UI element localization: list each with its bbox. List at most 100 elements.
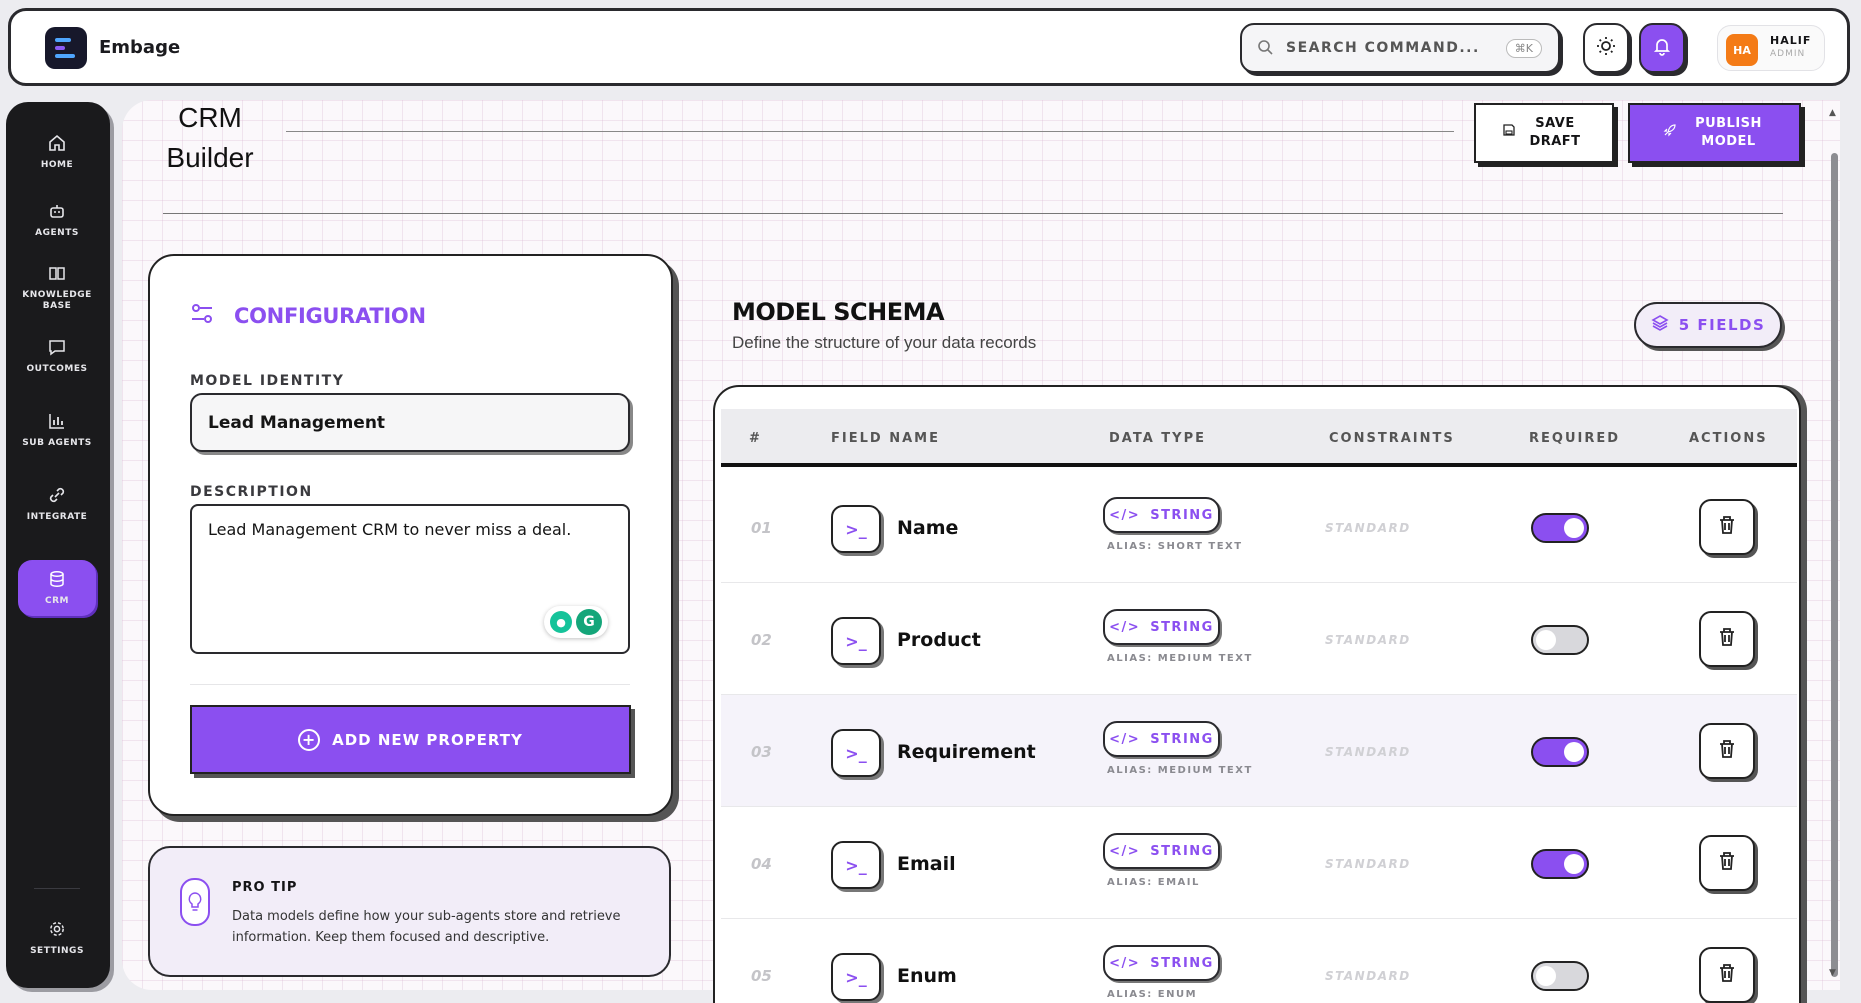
- delete-button[interactable]: [1699, 835, 1755, 891]
- column-header-number: #: [749, 431, 762, 446]
- book-icon: [48, 264, 66, 286]
- message-icon: [48, 338, 66, 360]
- delete-button[interactable]: [1699, 723, 1755, 779]
- save-draft-button[interactable]: SAVE DRAFT: [1474, 103, 1614, 163]
- sidebar-item-sub-agents[interactable]: SUB AGENTS: [18, 402, 96, 458]
- row-number: 03: [751, 743, 772, 761]
- data-type-label: STRING: [1150, 955, 1214, 971]
- trash-icon: [1718, 739, 1736, 763]
- search-placeholder: SEARCH COMMAND...: [1286, 40, 1480, 56]
- data-type-pill[interactable]: </> STRING: [1103, 721, 1220, 757]
- required-toggle[interactable]: [1531, 513, 1589, 543]
- schema-subtitle: Define the structure of your data record…: [732, 333, 1037, 352]
- table-row: 03 >_ Requirement </> STRING ALIAS: MEDIU…: [721, 695, 1797, 807]
- user-menu[interactable]: HA HALIF ADMIN: [1717, 25, 1825, 71]
- terminal-icon: >_: [831, 505, 881, 553]
- sidebar-item-home[interactable]: HOME: [18, 124, 96, 180]
- fields-count-badge: 5 FIELDS: [1634, 302, 1782, 348]
- search-shortcut: ⌘K: [1505, 39, 1542, 58]
- header-divider: [163, 213, 1783, 214]
- field-name[interactable]: Email: [897, 853, 956, 875]
- row-number: 05: [751, 967, 772, 985]
- avatar: HA: [1726, 34, 1758, 66]
- field-name[interactable]: Name: [897, 517, 958, 539]
- save-draft-label: SAVE DRAFT: [1529, 116, 1581, 149]
- delete-button[interactable]: [1699, 499, 1755, 555]
- required-toggle[interactable]: [1531, 849, 1589, 879]
- grammarly-widget[interactable]: ● G: [544, 606, 608, 638]
- search-input[interactable]: SEARCH COMMAND... ⌘K: [1240, 23, 1560, 73]
- alias-text: ALIAS: MEDIUM TEXT: [1107, 653, 1253, 664]
- user-role: ADMIN: [1770, 49, 1806, 59]
- sidebar-item-label: KNOWLEDGE BASE: [22, 290, 92, 311]
- terminal-icon: >_: [831, 953, 881, 1001]
- save-icon: [1503, 124, 1515, 142]
- scroll-down-icon[interactable]: ▼: [1829, 968, 1836, 978]
- trash-icon: [1718, 515, 1736, 539]
- data-type-pill[interactable]: </> STRING: [1103, 497, 1220, 533]
- field-name[interactable]: Enum: [897, 965, 957, 987]
- field-name[interactable]: Requirement: [897, 741, 1036, 763]
- data-type-pill[interactable]: </> STRING: [1103, 833, 1220, 869]
- constraint-text: STANDARD: [1325, 969, 1411, 983]
- top-bar: Embage SEARCH COMMAND... ⌘K HA HALIF ADM…: [8, 8, 1850, 86]
- theme-toggle-button[interactable]: [1583, 23, 1629, 73]
- publish-model-label: PUBLISH MODEL: [1695, 116, 1762, 149]
- required-toggle[interactable]: [1531, 625, 1589, 655]
- rocket-icon: [1663, 123, 1677, 143]
- sidebar: HOME AGENTS KNOWLEDGE BASE OUTCOMES SUB …: [6, 102, 110, 988]
- field-name[interactable]: Product: [897, 629, 981, 651]
- home-icon: [48, 134, 66, 156]
- chart-icon: [48, 412, 66, 434]
- sidebar-item-integrate[interactable]: INTEGRATE: [18, 476, 96, 532]
- sidebar-divider: [34, 888, 80, 889]
- table-row: 04 >_ Email </> STRING ALIAS: EMAIL STAND…: [721, 807, 1797, 919]
- sidebar-item-label: CRM: [45, 595, 69, 606]
- publish-model-button[interactable]: PUBLISH MODEL: [1628, 103, 1801, 163]
- notifications-button[interactable]: [1639, 23, 1685, 73]
- constraint-text: STANDARD: [1325, 521, 1411, 535]
- model-identity-label: MODEL IDENTITY: [190, 373, 345, 389]
- data-type-label: STRING: [1150, 731, 1214, 747]
- data-type-pill[interactable]: </> STRING: [1103, 609, 1220, 645]
- column-header-field-name: FIELD NAME: [831, 431, 940, 446]
- required-toggle[interactable]: [1531, 961, 1589, 991]
- data-type-pill[interactable]: </> STRING: [1103, 945, 1220, 981]
- schema-table: # FIELD NAME DATA TYPE CONSTRAINTS REQUI…: [713, 385, 1801, 1003]
- sidebar-item-label: OUTCOMES: [26, 363, 88, 374]
- required-toggle[interactable]: [1531, 737, 1589, 767]
- description-field[interactable]: Lead Management CRM to never miss a deal…: [190, 504, 630, 654]
- sun-icon: [1596, 36, 1616, 61]
- sidebar-item-label: HOME: [40, 159, 74, 170]
- column-header-data-type: DATA TYPE: [1109, 431, 1206, 446]
- sidebar-item-label: SETTINGS: [30, 945, 84, 956]
- data-type-label: STRING: [1150, 619, 1214, 635]
- sidebar-item-label: AGENTS: [35, 227, 79, 238]
- data-type-label: STRING: [1150, 843, 1214, 859]
- sidebar-item-outcomes[interactable]: OUTCOMES: [18, 328, 96, 384]
- sidebar-item-knowledge-base[interactable]: KNOWLEDGE BASE: [18, 260, 96, 316]
- logo-icon[interactable]: [45, 27, 87, 69]
- gear-icon: [48, 920, 66, 942]
- row-number: 02: [751, 631, 772, 649]
- code-icon: </>: [1109, 843, 1141, 859]
- database-icon: [48, 570, 66, 592]
- model-identity-field[interactable]: Lead Management: [190, 393, 630, 452]
- robot-icon: [48, 202, 66, 224]
- trash-icon: [1718, 851, 1736, 875]
- delete-button[interactable]: [1699, 611, 1755, 667]
- table-header: # FIELD NAME DATA TYPE CONSTRAINTS REQUI…: [721, 409, 1797, 467]
- scroll-up-icon[interactable]: ▲: [1829, 108, 1836, 118]
- code-icon: </>: [1109, 731, 1141, 747]
- sidebar-item-crm[interactable]: CRM: [18, 560, 96, 616]
- sidebar-item-agents[interactable]: AGENTS: [18, 192, 96, 248]
- delete-button[interactable]: [1699, 947, 1755, 1003]
- sidebar-item-settings[interactable]: SETTINGS: [18, 910, 96, 966]
- sidebar-item-label: SUB AGENTS: [22, 437, 92, 448]
- pro-tip-title: PRO TIP: [232, 880, 298, 895]
- add-property-button[interactable]: + ADD NEW PROPERTY: [190, 705, 631, 774]
- column-header-required: REQUIRED: [1529, 431, 1621, 446]
- column-header-actions: ACTIONS: [1689, 431, 1768, 446]
- lightbulb-icon: ●: [550, 611, 572, 633]
- scrollbar-thumb[interactable]: [1831, 153, 1838, 977]
